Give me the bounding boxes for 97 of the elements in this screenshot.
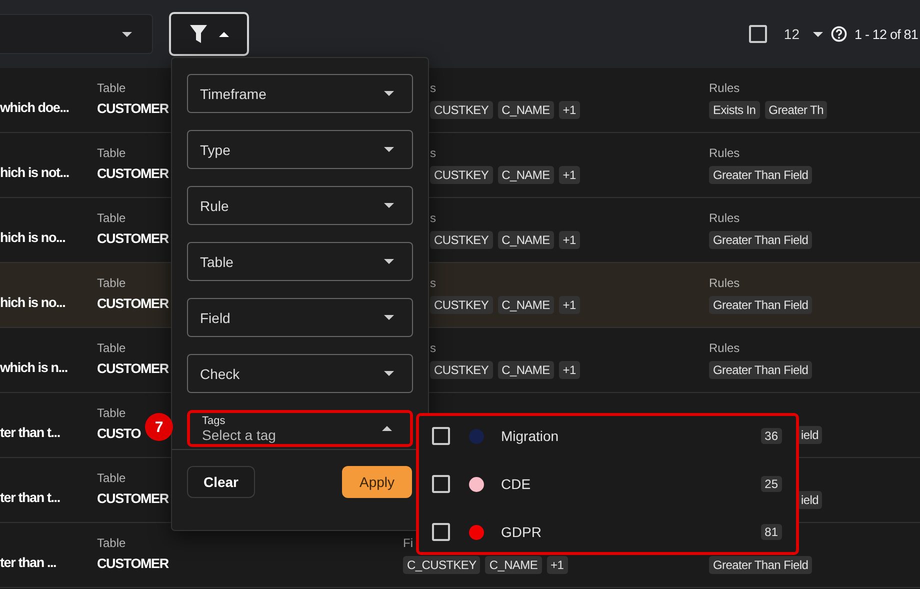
filter-icon [190,25,206,43]
field-tag: CUSTKEY [430,166,493,184]
column-label: Table [97,536,126,550]
caret-icon [122,32,132,36]
description-text: which doe... [0,100,69,115]
tag-count: 25 [760,476,782,492]
tag-count: 81 [760,524,782,540]
tag-name[interactable]: GDPR [501,524,761,540]
filter-select[interactable]: Type [187,130,413,169]
table-name: CUSTOMER [97,101,168,116]
tag-checkbox[interactable] [432,523,450,541]
field-tag: C_NAME [485,556,542,574]
description-text: ter than t... [0,490,60,505]
select-all-checkbox[interactable] [748,25,767,43]
step-badge: 7 [145,413,173,441]
column-label: Rules [709,211,740,225]
description-text: hich is no... [0,230,66,245]
caret-icon [812,32,822,36]
column-label: Table [97,341,126,355]
column-label: Rules [709,341,740,355]
table-name: CUSTOMER [97,296,168,311]
column-label: Rules [709,81,740,95]
rule-tag: ield [797,426,822,444]
pagination-range: 1 - 12 of 81 [854,26,918,42]
rule-tag: Exists In [709,101,760,119]
tag-checkbox[interactable] [432,427,450,445]
table-name: CUSTOMER [97,361,168,376]
table-name: CUSTO [97,426,141,441]
column-label: Table [97,81,126,95]
help-icon[interactable] [830,26,846,42]
column-label: s [430,146,436,160]
tag-name[interactable]: CDE [501,476,761,492]
filter-select[interactable]: Rule [187,186,413,225]
column-label: Table [97,211,126,225]
rule-tag: ield [797,491,822,509]
filter-select[interactable]: Timeframe [187,74,413,113]
rule-tag: Greater Than Field [709,166,812,184]
column-label: Table [97,471,126,485]
column-label: Table [97,276,126,290]
caret-icon [384,147,394,152]
tag-checkbox[interactable] [432,475,450,493]
field-tag: +1 [558,361,580,379]
field-tag: +1 [558,296,580,314]
caret-icon [382,426,392,431]
description-text: which is n... [0,360,68,375]
rule-tag: Greater Than Field [709,556,812,574]
field-tag: C_NAME [498,101,554,119]
field-tag: CUSTKEY [430,296,493,314]
field-tag: +1 [558,231,580,249]
caret-icon [384,91,394,96]
tag-count: 36 [760,428,782,444]
caret-icon [384,371,394,376]
field-tag: C_NAME [498,296,554,314]
caret-icon [384,203,394,208]
column-label: s [430,81,436,95]
field-tag: +1 [546,556,568,574]
rule-tag: Greater Th [764,101,828,119]
description-text: ter than ... [0,555,56,570]
field-tag: CUSTKEY [430,361,493,379]
column-label: s [430,211,436,225]
filter-button[interactable] [169,12,249,56]
select-field[interactable] [0,14,153,54]
caret-icon [384,315,394,320]
apply-button[interactable]: Apply [342,466,412,498]
filter-select[interactable]: Field [187,298,413,337]
rule-tag: Greater Than Field [709,231,812,249]
rule-tag: Greater Than Field [709,296,812,314]
filter-select[interactable]: Table [187,242,413,281]
field-tag: +1 [558,101,580,119]
table-name: CUSTOMER [97,231,168,246]
column-label: Rules [709,276,740,290]
column-label: Fi [403,536,413,550]
field-tag: CUSTKEY [430,101,493,119]
column-label: s [430,341,436,355]
field-tag: C_NAME [498,166,554,184]
page-size-select[interactable]: 12 [784,26,822,42]
table-name: CUSTOMER [97,166,168,181]
description-text: ter than t... [0,425,60,440]
field-tag: CUSTKEY [430,231,493,249]
tags-select[interactable]: Tags Select a tag [187,410,413,447]
tag-name[interactable]: Migration [501,428,761,444]
rule-tag: Greater Than Field [709,361,812,379]
clear-button[interactable]: Clear [187,466,255,498]
filter-select[interactable]: Check [187,354,413,393]
column-label: Rules [709,146,740,160]
column-label: s [430,276,436,290]
field-tag: +1 [558,166,580,184]
column-label: Table [97,146,126,160]
field-tag: C_NAME [498,231,554,249]
field-tag: C_NAME [498,361,554,379]
field-tag: C_CUSTKEY [403,556,480,574]
description-text: hich is no... [0,295,66,310]
description-text: hich is not... [0,165,69,180]
table-name: CUSTOMER [97,556,168,571]
caret-icon [218,32,228,36]
table-name: CUSTOMER [97,491,168,506]
column-label: Table [97,406,126,420]
